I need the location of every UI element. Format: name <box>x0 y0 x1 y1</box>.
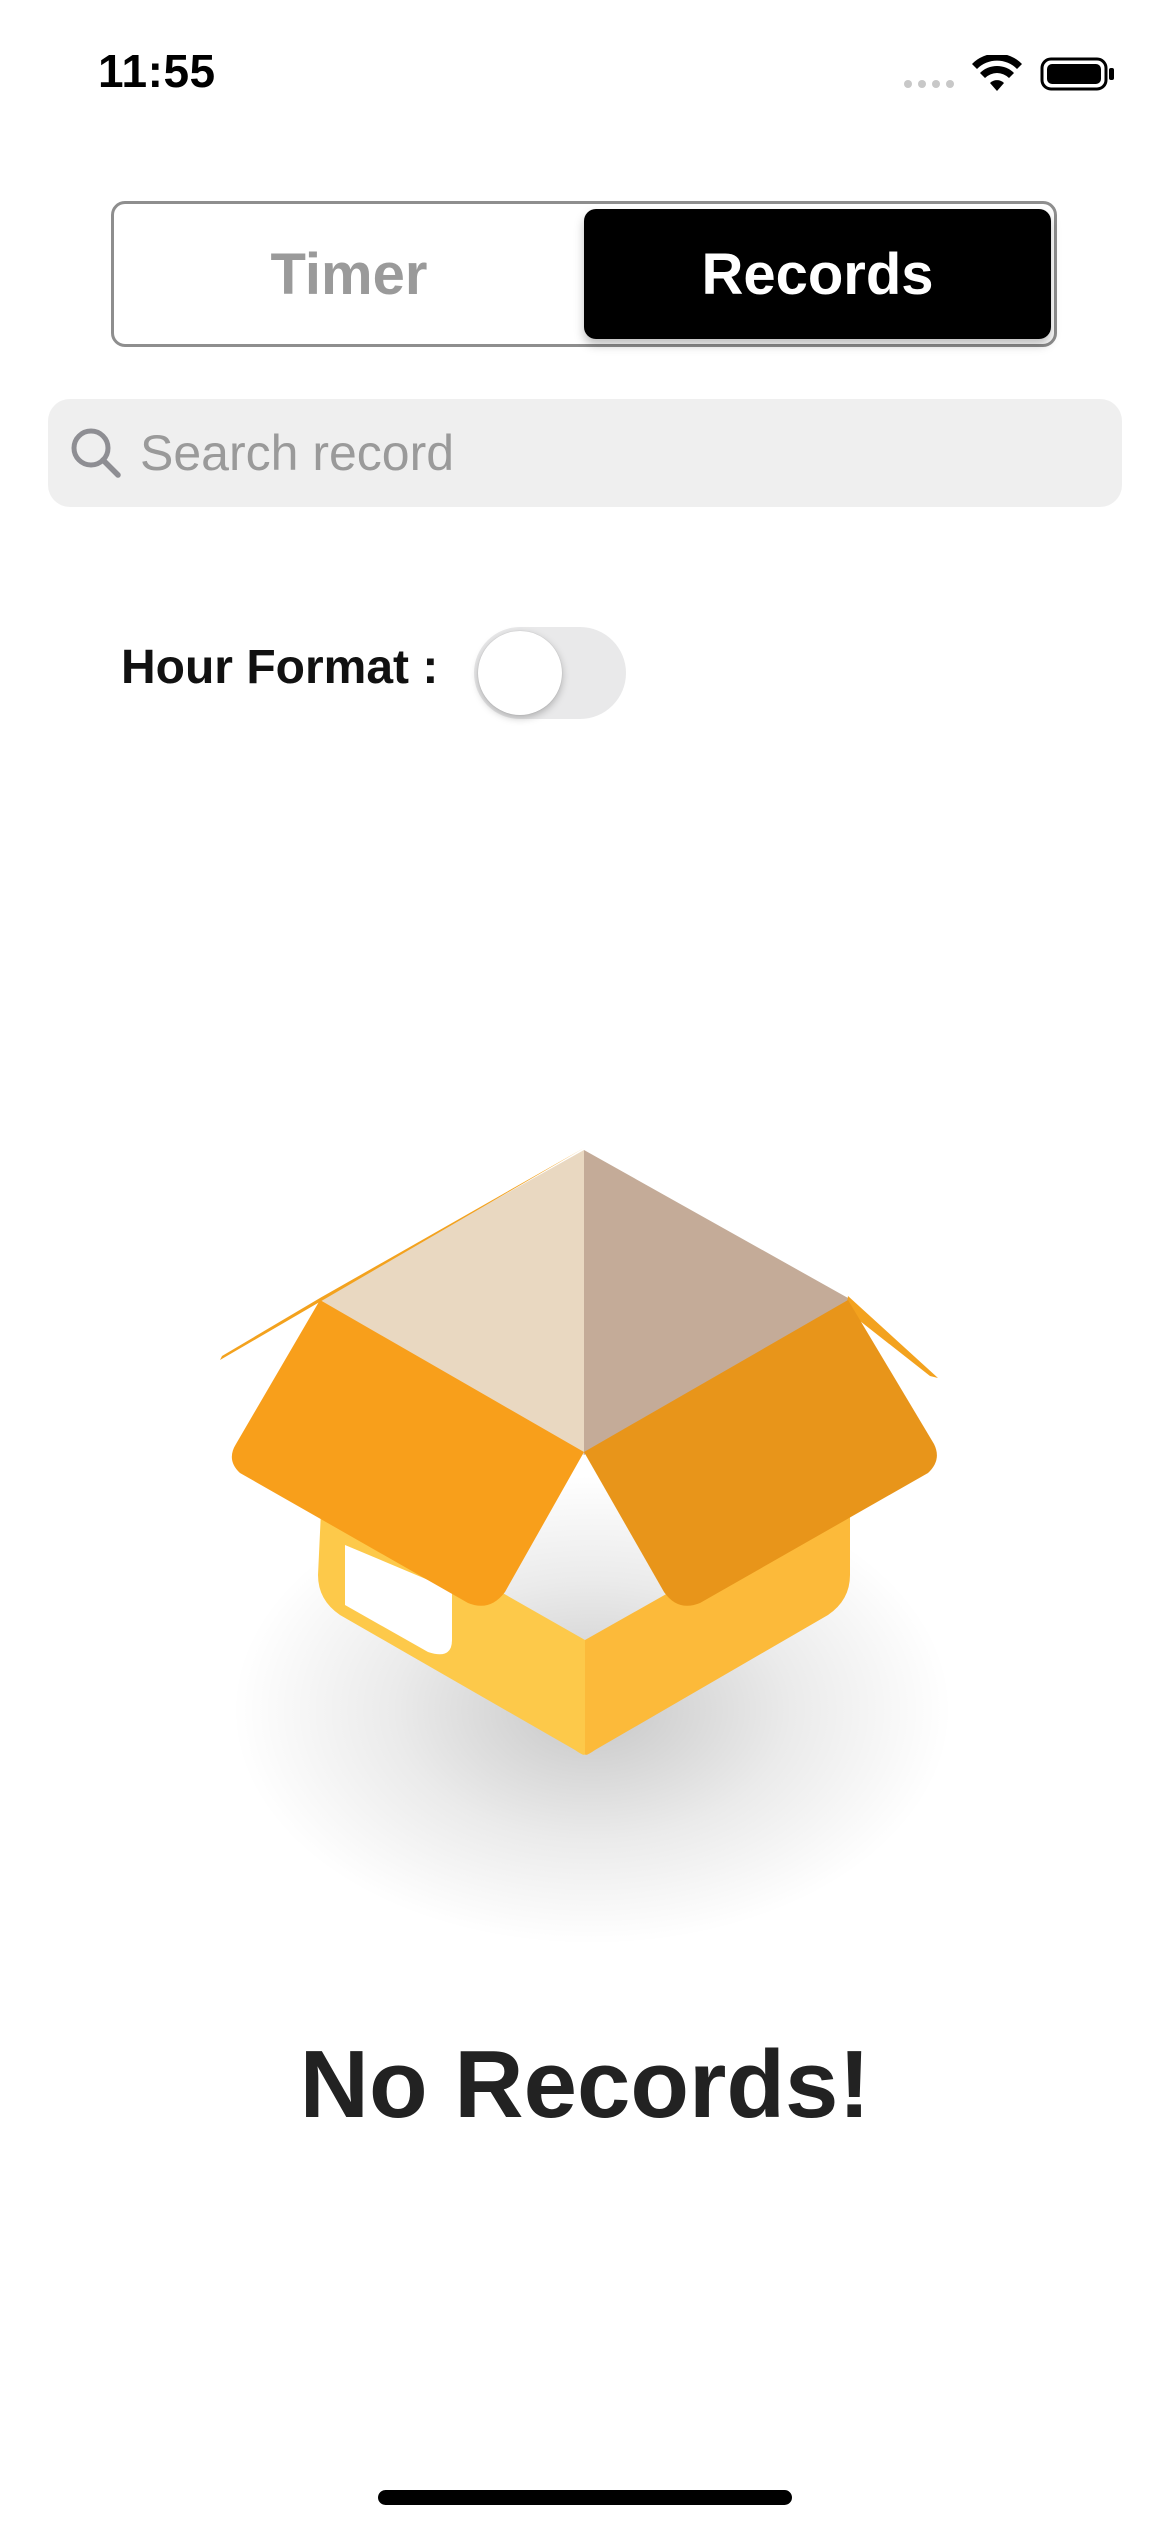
search-input[interactable] <box>138 423 1092 483</box>
timer-records-segmented-control: Timer Records <box>111 201 1057 347</box>
battery-icon <box>1040 57 1114 91</box>
open-box-icon <box>220 1148 952 1945</box>
search-icon <box>68 425 124 481</box>
home-indicator[interactable] <box>378 2490 792 2505</box>
records-screen: 11:55 Timer Records Hour Format : <box>0 0 1170 2532</box>
status-time: 11:55 <box>98 45 216 97</box>
tab-timer[interactable]: Timer <box>114 204 584 344</box>
cellular-signal-icon <box>904 80 954 88</box>
status-icons <box>904 52 1116 96</box>
hour-format-label: Hour Format : <box>121 641 439 694</box>
tab-records[interactable]: Records <box>584 209 1051 339</box>
empty-state-message: No Records! <box>299 2031 871 2138</box>
search-bar <box>48 399 1122 507</box>
wifi-icon <box>972 55 1022 91</box>
toggle-knob <box>478 631 562 715</box>
hour-format-toggle[interactable] <box>474 627 626 719</box>
